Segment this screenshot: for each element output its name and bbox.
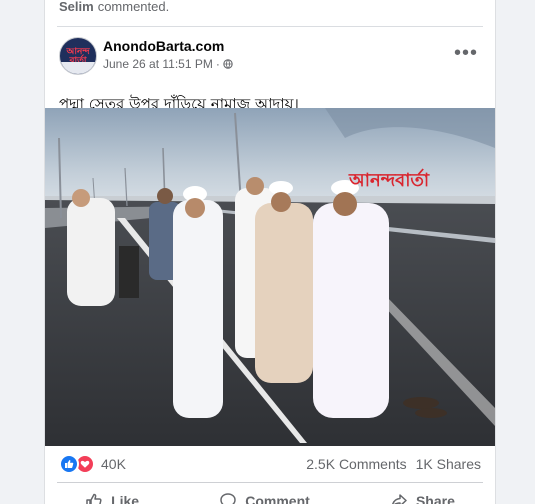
page-name-link[interactable]: AnondoBarta.com [103, 38, 224, 54]
share-button[interactable]: Share [390, 486, 455, 504]
page-avatar[interactable]: আনন্দ বার্তা [59, 37, 97, 75]
post-actions: Like Comment Share [45, 486, 495, 504]
post-card: Selim commented. আনন্দ বার্তা AnondoBarta… [44, 0, 496, 504]
like-button[interactable]: Like [85, 486, 139, 504]
post-date[interactable]: June 26 at 11:51 PM [103, 57, 213, 71]
activity-text: commented. [97, 0, 170, 14]
photo-watermark: আনন্দবার্তা [349, 170, 430, 191]
photo-image [45, 108, 495, 446]
share-label: Share [415, 493, 455, 504]
engagement-counts: 2.5K Comments 1K Shares [306, 456, 481, 472]
like-reaction-icon [59, 454, 79, 474]
avatar-skyline [60, 62, 96, 74]
thumbs-up-icon [86, 493, 102, 504]
reaction-count: 40K [101, 456, 126, 472]
globe-icon[interactable] [223, 59, 233, 69]
comment-label: Comment [245, 493, 310, 504]
comment-button[interactable]: Comment [219, 486, 310, 504]
activity-line: Selim commented. [45, 0, 495, 22]
more-horizontal-icon: ••• [453, 42, 478, 64]
post-meta: June 26 at 11:51 PM · [103, 57, 233, 71]
share-arrow-icon [391, 494, 407, 504]
reactions-summary[interactable]: 40K [59, 454, 126, 474]
actions-divider [57, 482, 483, 483]
more-options-button[interactable]: ••• [451, 41, 481, 65]
post-stats: 40K 2.5K Comments 1K Shares [45, 448, 495, 480]
comment-icon [220, 493, 236, 504]
meta-separator: · [215, 57, 220, 71]
post-header: আনন্দ বার্তা AnondoBarta.com June 26 at 1… [45, 27, 495, 85]
post-photo[interactable]: আনন্দবার্তা [45, 108, 495, 446]
feed-page: Selim commented. আনন্দ বার্তা AnondoBarta… [0, 0, 535, 504]
shares-count-link[interactable]: 1K Shares [416, 456, 481, 472]
activity-actor[interactable]: Selim [59, 0, 94, 14]
comments-count-link[interactable]: 2.5K Comments [306, 456, 406, 472]
like-label: Like [111, 493, 140, 504]
